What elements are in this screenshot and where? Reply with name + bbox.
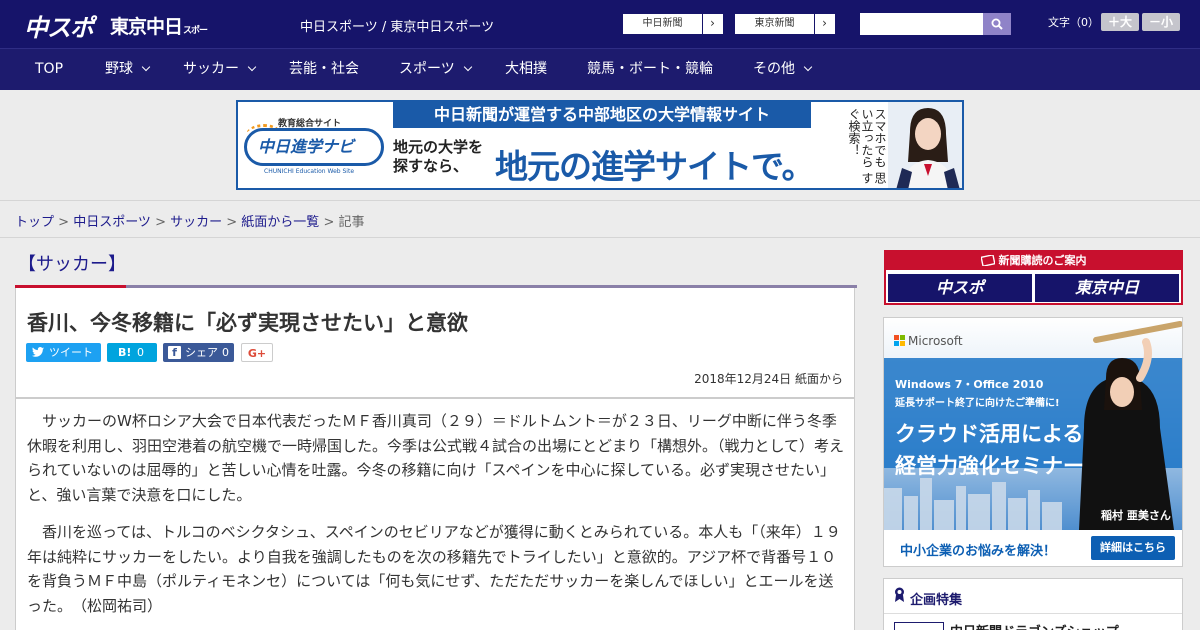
chevron-right-icon: › (710, 16, 715, 30)
microsoft-seminar-ad[interactable]: Microsoft Windows 7・Office 2010 延長サポート終了… (883, 317, 1183, 567)
banner-logo-en: CHUNICHI Education Web Site (264, 168, 355, 175)
header-rule-red (15, 285, 126, 288)
tweet-label: ツイート (49, 346, 93, 359)
breadcrumb-top[interactable]: トップ (15, 215, 54, 230)
breadcrumb-separator: > (319, 215, 339, 230)
banner-vertical-text: スマホでも 思い立ったら すぐ検索！ (847, 108, 887, 184)
nav-top[interactable]: TOP (35, 49, 63, 91)
article-body: サッカーのW杯ロシア大会で日本代表だったＭＦ香川真司（２９）＝ドルトムント＝が２… (15, 398, 855, 630)
subscription-title: 新聞購読のご案内 (886, 252, 1181, 270)
feature-divider (884, 613, 1182, 614)
header-rule-grey (126, 285, 857, 288)
nav-other[interactable]: その他 (753, 49, 813, 91)
article-paragraph: サッカーのW杯ロシア大会で日本代表だったＭＦ香川真司（２９）＝ドルトムント＝が２… (27, 412, 845, 504)
article-category: 【サッカー】 (18, 254, 126, 275)
banner-small-text: 地元の大学を 探すなら、 (393, 138, 484, 175)
paper-link-label: 東京新聞 (735, 14, 815, 34)
font-smaller-button[interactable]: －小 (1142, 13, 1180, 31)
main-nav: TOP 野球 サッカー 芸能・社会 スポーツ 大相撲 競馬・ボート・競輪 その他 (0, 48, 1200, 90)
facebook-share-button[interactable]: f シェア 0 (163, 343, 234, 362)
tweet-button[interactable]: ツイート (26, 343, 101, 362)
newspaper-icon (979, 254, 996, 267)
nav-entertainment[interactable]: 芸能・社会 (289, 49, 359, 91)
site-names: 中日スポーツ / 東京中日スポーツ (300, 20, 495, 35)
hatena-count: 0 (137, 346, 144, 359)
chevron-down-icon (463, 62, 472, 72)
feature-item-link[interactable]: 中日新聞ドラゴンズショップ (950, 621, 1119, 630)
nav-sports[interactable]: スポーツ (399, 49, 472, 91)
search-button[interactable] (983, 13, 1011, 35)
banner-logo: 教育総合サイト 中日進学ナビ CHUNICHI Education Web Si… (244, 110, 384, 180)
nav-soccer[interactable]: サッカー (183, 49, 257, 91)
breadcrumb-separator: > (54, 215, 74, 230)
font-size-label: 文字（0） (1048, 16, 1099, 29)
ad-headline-2: 経営力強化セミナー (895, 454, 1084, 478)
site-logo[interactable]: 中スポ 東京中日スポーツ (24, 8, 214, 59)
subscribe-chuspo-logo[interactable]: 中スポ (888, 274, 1032, 302)
subscription-box[interactable]: 新聞購読のご案内 中スポ 東京中日 (884, 250, 1183, 305)
ad-line-1: Windows 7・Office 2010 (895, 378, 1044, 391)
chevron-down-icon (141, 62, 151, 72)
banner-woman-image (888, 102, 962, 188)
facebook-count: 0 (222, 346, 229, 359)
nav-sumo[interactable]: 大相撲 (505, 49, 547, 91)
nav-baseball[interactable]: 野球 (105, 49, 151, 91)
feature-title: 企画特集 (910, 593, 963, 608)
nav-racing[interactable]: 競馬・ボート・競輪 (587, 49, 713, 91)
breadcrumb-soccer[interactable]: サッカー (170, 215, 222, 230)
paper-link-label: 中日新聞 (623, 14, 703, 34)
ad-details-button[interactable]: 詳細はこちら (1091, 536, 1175, 560)
breadcrumb-chunichi-sports[interactable]: 中日スポーツ (73, 215, 151, 230)
breadcrumb-current: 記事 (338, 215, 365, 230)
chevron-down-icon (803, 62, 813, 72)
logo-chuspo: 中スポ (24, 14, 94, 42)
feature-thumbnail[interactable] (894, 622, 944, 630)
search-icon (991, 18, 1003, 30)
tokyo-shimbun-link[interactable]: 東京新聞 › (734, 13, 836, 35)
microsoft-logo: Microsoft (894, 334, 963, 348)
search-input[interactable] (860, 13, 983, 35)
article-dateline: 2018年12月24日 紙面から (694, 372, 843, 386)
breadcrumb: トップ > 中日スポーツ > サッカー > 紙面から一覧 > 記事 (0, 200, 1200, 238)
chevron-right-icon: › (822, 16, 827, 30)
article-header: 香川、今冬移籍に「必ず実現させたい」と意欲 ツイート B! 0 f シェア 0 … (15, 285, 857, 398)
breadcrumb-separator: > (222, 215, 242, 230)
google-plus-button[interactable]: G+ (241, 343, 273, 362)
ad-line-2: 延長サポート終了に向けたご準備に! (895, 398, 1060, 409)
top-header: 中スポ 東京中日スポーツ 中日スポーツ / 東京中日スポーツ 中日新聞 › 東京… (0, 0, 1200, 59)
feature-section: 企画特集 中日新聞ドラゴンズショップ (883, 578, 1183, 630)
font-larger-button[interactable]: ＋大 (1101, 13, 1139, 31)
banner-big-text: 地元の進学サイトで。 (495, 147, 815, 186)
chevron-down-icon (247, 62, 257, 72)
hatena-icon: B! (118, 346, 132, 359)
facebook-icon: f (168, 346, 181, 359)
hatena-bookmark-button[interactable]: B! 0 (107, 343, 157, 362)
article-paragraph: 香川を巡っては、トルコのベシクタシュ、スペインのセビリアなどが獲得に動くとみられ… (27, 523, 841, 615)
banner-logo-text: 中日進学ナビ (258, 137, 355, 156)
ad-bottom-bar: 中小企業のお悩みを解決！ 詳細はこちら (884, 530, 1182, 566)
article-headline: 香川、今冬移籍に「必ず実現させたい」と意欲 (27, 311, 468, 335)
ad-cta-text: 中小企業のお悩みを解決！ (900, 544, 1057, 559)
facebook-share-label: シェア (185, 346, 218, 359)
microsoft-icon (894, 335, 905, 346)
breadcrumb-paper-list[interactable]: 紙面から一覧 (241, 215, 319, 230)
ad-headline-1: クラウド活用による (895, 422, 1084, 446)
banner-headline: 中日新聞が運営する中部地区の大学情報サイト (393, 102, 811, 128)
subscribe-tokyo-chunichi-logo[interactable]: 東京中日 (1035, 274, 1179, 302)
education-banner-ad[interactable]: 教育総合サイト 中日進学ナビ CHUNICHI Education Web Si… (236, 100, 964, 190)
chunichi-shimbun-link[interactable]: 中日新聞 › (622, 13, 724, 35)
twitter-icon (32, 347, 44, 357)
ad-person-name: 稲村 亜美さん (1101, 509, 1171, 522)
breadcrumb-separator: > (150, 215, 171, 230)
ribbon-icon (895, 587, 904, 602)
